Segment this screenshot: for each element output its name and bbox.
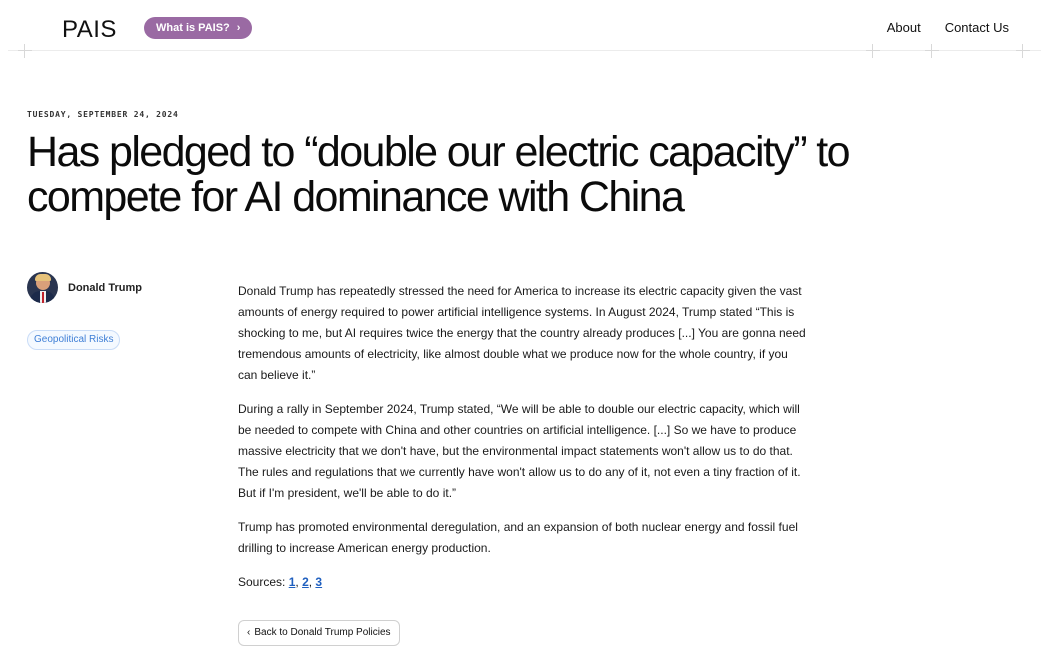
article-paragraph: During a rally in September 2024, Trump … <box>238 402 801 500</box>
author-name: Donald Trump <box>68 281 142 294</box>
author-avatar <box>27 272 58 303</box>
corner-cross-icon <box>18 44 32 58</box>
site-header: PAIS What is PAIS? › About Contact Us <box>0 0 1049 58</box>
source-link-2[interactable]: 2 <box>302 575 309 589</box>
top-nav: About Contact Us <box>887 20 1009 35</box>
chevron-right-icon: › <box>236 22 241 34</box>
back-to-policies-button[interactable]: ‹ Back to Donald Trump Policies <box>238 620 400 646</box>
nav-contact-link[interactable]: Contact Us <box>945 20 1009 35</box>
author-block: Donald Trump <box>27 272 142 303</box>
corner-cross-icon <box>1016 44 1030 58</box>
site-logo[interactable]: PAIS <box>62 16 117 44</box>
article-paragraph: Donald Trump has repeatedly stressed the… <box>238 284 806 382</box>
nav-about-link[interactable]: About <box>887 20 921 35</box>
what-is-pais-button[interactable]: What is PAIS? › <box>144 17 253 39</box>
corner-cross-icon <box>866 44 880 58</box>
article-date: TUESDAY, SEPTEMBER 24, 2024 <box>27 110 179 119</box>
chevron-left-icon: ‹ <box>247 627 251 638</box>
category-tag[interactable]: Geopolitical Risks <box>27 330 121 350</box>
back-button-label: Back to Donald Trump Policies <box>254 627 391 638</box>
sources-label: Sources: <box>238 575 286 589</box>
sources-line: Sources: 1, 2, 3 <box>238 575 323 589</box>
what-is-pais-label: What is PAIS? <box>156 22 230 34</box>
article-body: Donald Trump has repeatedly stressed the… <box>238 281 808 593</box>
source-link-3[interactable]: 3 <box>315 575 322 589</box>
header-divider <box>8 50 1041 51</box>
article-paragraph: Trump has promoted environmental deregul… <box>238 520 798 555</box>
source-link-1[interactable]: 1 <box>289 575 296 589</box>
corner-cross-icon <box>925 44 939 58</box>
article-title: Has pledged to “double our electric capa… <box>27 128 851 221</box>
